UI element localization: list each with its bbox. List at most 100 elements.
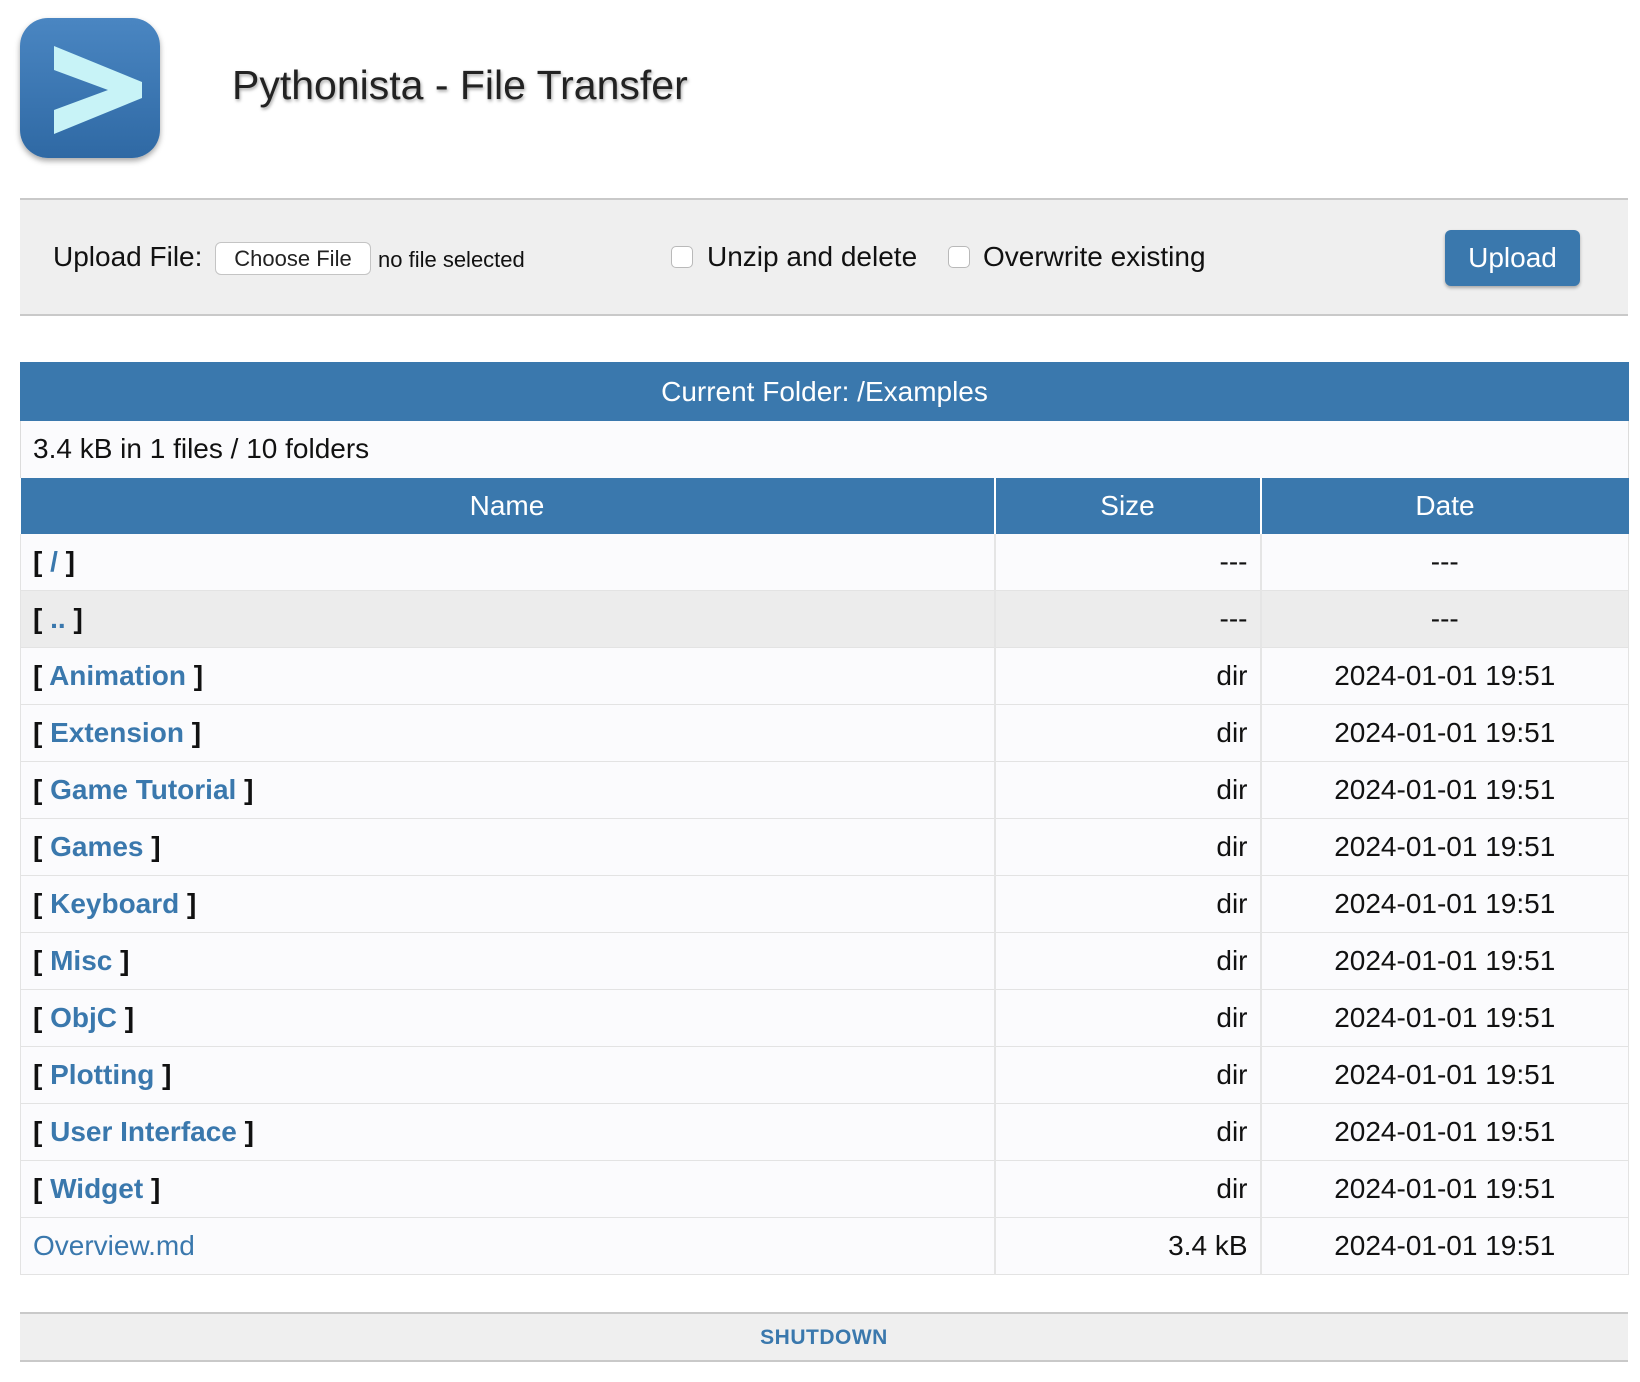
overwrite-existing-checkbox[interactable]	[948, 246, 970, 268]
date-cell: ---	[1260, 533, 1629, 591]
choose-file-button[interactable]: Choose File	[215, 242, 371, 275]
bracket-close: ]	[117, 1002, 135, 1033]
table-row: [ Games ] dir 2024-01-01 19:51	[20, 818, 1629, 876]
name-cell: [ Keyboard ]	[20, 875, 996, 933]
name-cell: [ Misc ]	[20, 932, 996, 990]
bracket-close: ]	[57, 545, 75, 577]
unzip-and-delete-label[interactable]: Unzip and delete	[707, 241, 917, 273]
size-cell: dir	[994, 875, 1262, 933]
size-cell: dir	[994, 989, 1262, 1047]
size-cell: dir	[994, 704, 1262, 762]
size-cell: ---	[994, 533, 1262, 591]
table-row: [ Game Tutorial ] dir 2024-01-01 19:51	[20, 761, 1629, 819]
file-link-overview-md[interactable]: Overview.md	[33, 1230, 195, 1261]
bracket-open: [	[33, 888, 51, 919]
shutdown-link[interactable]: SHUTDOWN	[760, 1326, 888, 1350]
name-cell: [ Widget ]	[20, 1160, 996, 1218]
name-cell: [ User Interface ]	[20, 1103, 996, 1161]
folder-link-plotting[interactable]: Plotting	[50, 1059, 154, 1090]
bracket-open: [	[33, 717, 51, 748]
table-row: [ Animation ] dir 2024-01-01 19:51	[20, 647, 1629, 705]
column-header-name[interactable]: Name	[20, 477, 996, 534]
bracket-open: [	[33, 1116, 51, 1147]
bracket-open: [	[33, 945, 51, 976]
date-cell: ---	[1260, 590, 1629, 648]
date-cell: 2024-01-01 19:51	[1260, 647, 1629, 705]
bracket-close: ]	[179, 888, 197, 919]
size-cell: dir	[994, 932, 1262, 990]
name-cell: [ .. ]	[20, 590, 996, 648]
no-file-selected-text: no file selected	[378, 247, 525, 272]
date-cell: 2024-01-01 19:51	[1260, 1160, 1629, 1218]
name-cell: [ ObjC ]	[20, 989, 996, 1047]
bracket-close: ]	[183, 717, 202, 748]
folder-link-misc[interactable]: Misc	[50, 945, 112, 976]
bracket-open: [	[33, 831, 51, 862]
folder-link-objc[interactable]: ObjC	[50, 1002, 117, 1033]
unzip-and-delete-checkbox[interactable]	[671, 246, 693, 268]
bracket-close: ]	[143, 1173, 161, 1204]
current-folder-header: Current Folder: /Examples	[20, 362, 1629, 421]
file-listing-table: Current Folder: /Examples 3.4 kB in 1 fi…	[20, 362, 1629, 1275]
table-row: [ ObjC ] dir 2024-01-01 19:51	[20, 989, 1629, 1047]
bracket-open: [	[33, 774, 51, 805]
bracket-close: ]	[65, 603, 83, 634]
folder-link-root[interactable]: /	[50, 546, 58, 577]
folder-link-extension[interactable]: Extension	[50, 717, 184, 748]
size-cell: dir	[994, 818, 1262, 876]
column-header-date[interactable]: Date	[1260, 477, 1629, 534]
folder-link-user-interface[interactable]: User Interface	[50, 1116, 237, 1147]
bracket-close: ]	[236, 1116, 254, 1147]
bracket-close: ]	[185, 660, 204, 691]
folder-link-game-tutorial[interactable]: Game Tutorial	[50, 774, 236, 805]
bracket-open: [	[33, 545, 51, 577]
table-row: [ Plotting ] dir 2024-01-01 19:51	[20, 1046, 1629, 1104]
name-cell: [ Plotting ]	[20, 1046, 996, 1104]
date-cell: 2024-01-01 19:51	[1260, 1103, 1629, 1161]
folder-link-widget[interactable]: Widget	[50, 1173, 143, 1204]
footer-bar: SHUTDOWN	[20, 1312, 1628, 1362]
table-row: [ Keyboard ] dir 2024-01-01 19:51	[20, 875, 1629, 933]
size-cell: dir	[994, 761, 1262, 819]
bracket-open: [	[33, 603, 51, 634]
date-cell: 2024-01-01 19:51	[1260, 818, 1629, 876]
bracket-close: ]	[154, 1059, 172, 1090]
folder-link-keyboard[interactable]: Keyboard	[50, 888, 179, 919]
name-cell: Overview.md	[20, 1217, 996, 1275]
bracket-open: [	[33, 1002, 51, 1033]
overwrite-existing-label[interactable]: Overwrite existing	[983, 241, 1206, 273]
pythonista-app-icon	[20, 18, 160, 158]
name-cell: [ Game Tutorial ]	[20, 761, 996, 819]
upload-button[interactable]: Upload	[1445, 230, 1580, 286]
name-cell: [ Extension ]	[20, 704, 996, 762]
size-cell: 3.4 kB	[994, 1217, 1262, 1275]
folder-link-animation[interactable]: Animation	[49, 660, 186, 691]
date-cell: 2024-01-01 19:51	[1260, 989, 1629, 1047]
date-cell: 2024-01-01 19:51	[1260, 1217, 1629, 1275]
date-cell: 2024-01-01 19:51	[1260, 932, 1629, 990]
name-cell: [ Animation ]	[20, 647, 996, 705]
column-header-size[interactable]: Size	[994, 477, 1262, 534]
bracket-open: [	[33, 660, 50, 691]
folder-summary: 3.4 kB in 1 files / 10 folders	[20, 420, 1629, 478]
page-header: Pythonista - File Transfer	[0, 0, 1640, 190]
date-cell: 2024-01-01 19:51	[1260, 875, 1629, 933]
page-title: Pythonista - File Transfer	[232, 62, 688, 108]
size-cell: dir	[994, 647, 1262, 705]
name-cell: [ Games ]	[20, 818, 996, 876]
bracket-open: [	[33, 1059, 51, 1090]
size-cell: dir	[994, 1103, 1262, 1161]
table-row: Overview.md 3.4 kB 2024-01-01 19:51	[20, 1217, 1629, 1275]
bracket-close: ]	[236, 774, 254, 805]
name-cell: [ / ]	[20, 533, 996, 591]
folder-link-parent[interactable]: ..	[50, 603, 66, 634]
bracket-close: ]	[143, 831, 161, 862]
bracket-close: ]	[112, 945, 130, 976]
bracket-open: [	[33, 1173, 51, 1204]
size-cell: ---	[994, 590, 1262, 648]
folder-link-games[interactable]: Games	[50, 831, 143, 862]
table-row: [ Widget ] dir 2024-01-01 19:51	[20, 1160, 1629, 1218]
table-row: [ / ] --- ---	[20, 533, 1629, 591]
table-row: [ Extension ] dir 2024-01-01 19:51	[20, 704, 1629, 762]
table-row: [ User Interface ] dir 2024-01-01 19:51	[20, 1103, 1629, 1161]
